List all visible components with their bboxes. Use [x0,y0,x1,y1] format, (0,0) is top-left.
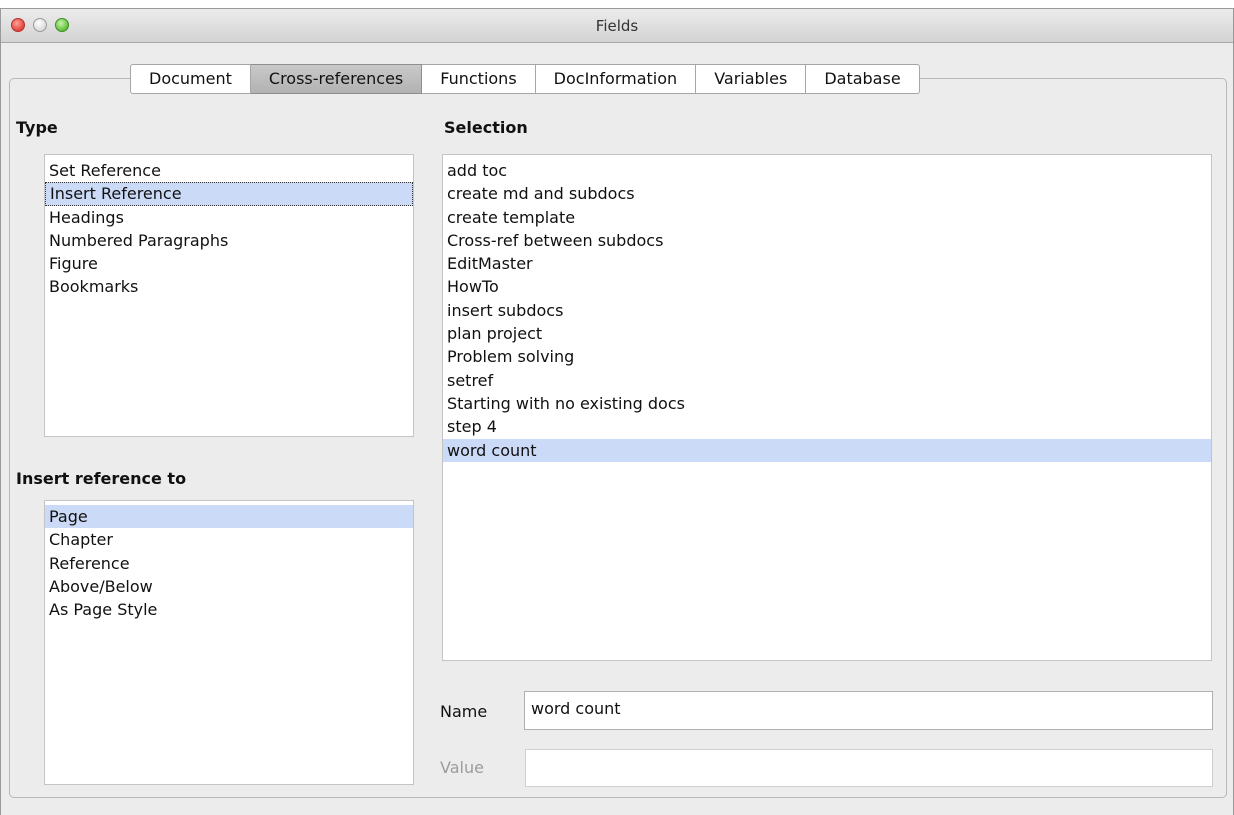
type-item-figure[interactable]: Figure [45,252,413,275]
type-item-headings[interactable]: Headings [45,206,413,229]
type-item-insert-reference[interactable]: Insert Reference [45,182,413,206]
selection-item[interactable]: Cross-ref between subdocs [443,229,1211,252]
type-item-numbered-paragraphs[interactable]: Numbered Paragraphs [45,229,413,252]
insert-reference-to-listbox[interactable]: Page Chapter Reference Above/Below As Pa… [44,500,414,785]
selection-item[interactable]: insert subdocs [443,299,1211,322]
selection-item[interactable]: step 4 [443,415,1211,438]
tab-docinformation[interactable]: DocInformation [535,64,697,94]
selection-item[interactable]: add toc [443,159,1211,182]
tab-document[interactable]: Document [130,64,251,94]
selection-listbox[interactable]: add toc create md and subdocs create tem… [442,154,1212,661]
selection-item[interactable]: setref [443,369,1211,392]
selection-heading: Selection [444,118,528,137]
insert-ref-item-chapter[interactable]: Chapter [45,528,413,551]
insert-reference-to-heading: Insert reference to [16,469,187,488]
tab-variables[interactable]: Variables [696,64,807,94]
type-item-bookmarks[interactable]: Bookmarks [45,275,413,298]
value-label: Value [440,758,484,777]
value-field [525,749,1213,787]
insert-ref-item-reference[interactable]: Reference [45,552,413,575]
insert-ref-item-as-page-style[interactable]: As Page Style [45,598,413,621]
title-bar[interactable]: Fields [1,9,1233,43]
selection-item[interactable]: create template [443,206,1211,229]
selection-item[interactable]: HowTo [443,275,1211,298]
selection-item-selected[interactable]: word count [443,438,1211,462]
selection-item[interactable]: create md and subdocs [443,182,1211,205]
selection-item[interactable]: plan project [443,322,1211,345]
type-listbox[interactable]: Set Reference Insert Reference Headings … [44,154,414,437]
tab-cross-references[interactable]: Cross-references [250,64,423,94]
tab-bar: Document Cross-references Functions DocI… [130,64,920,94]
insert-ref-item-above-below[interactable]: Above/Below [45,575,413,598]
type-item-set-reference[interactable]: Set Reference [45,159,413,182]
insert-ref-item-page[interactable]: Page [45,505,413,529]
tab-functions[interactable]: Functions [422,64,536,94]
selection-item[interactable]: Problem solving [443,345,1211,368]
tab-database[interactable]: Database [806,64,920,94]
selection-item[interactable]: EditMaster [443,252,1211,275]
type-heading: Type [16,118,58,137]
name-field[interactable]: word count [524,691,1213,730]
window-title: Fields [595,17,639,35]
selection-item[interactable]: Starting with no existing docs [443,392,1211,415]
name-label: Name [440,702,488,721]
